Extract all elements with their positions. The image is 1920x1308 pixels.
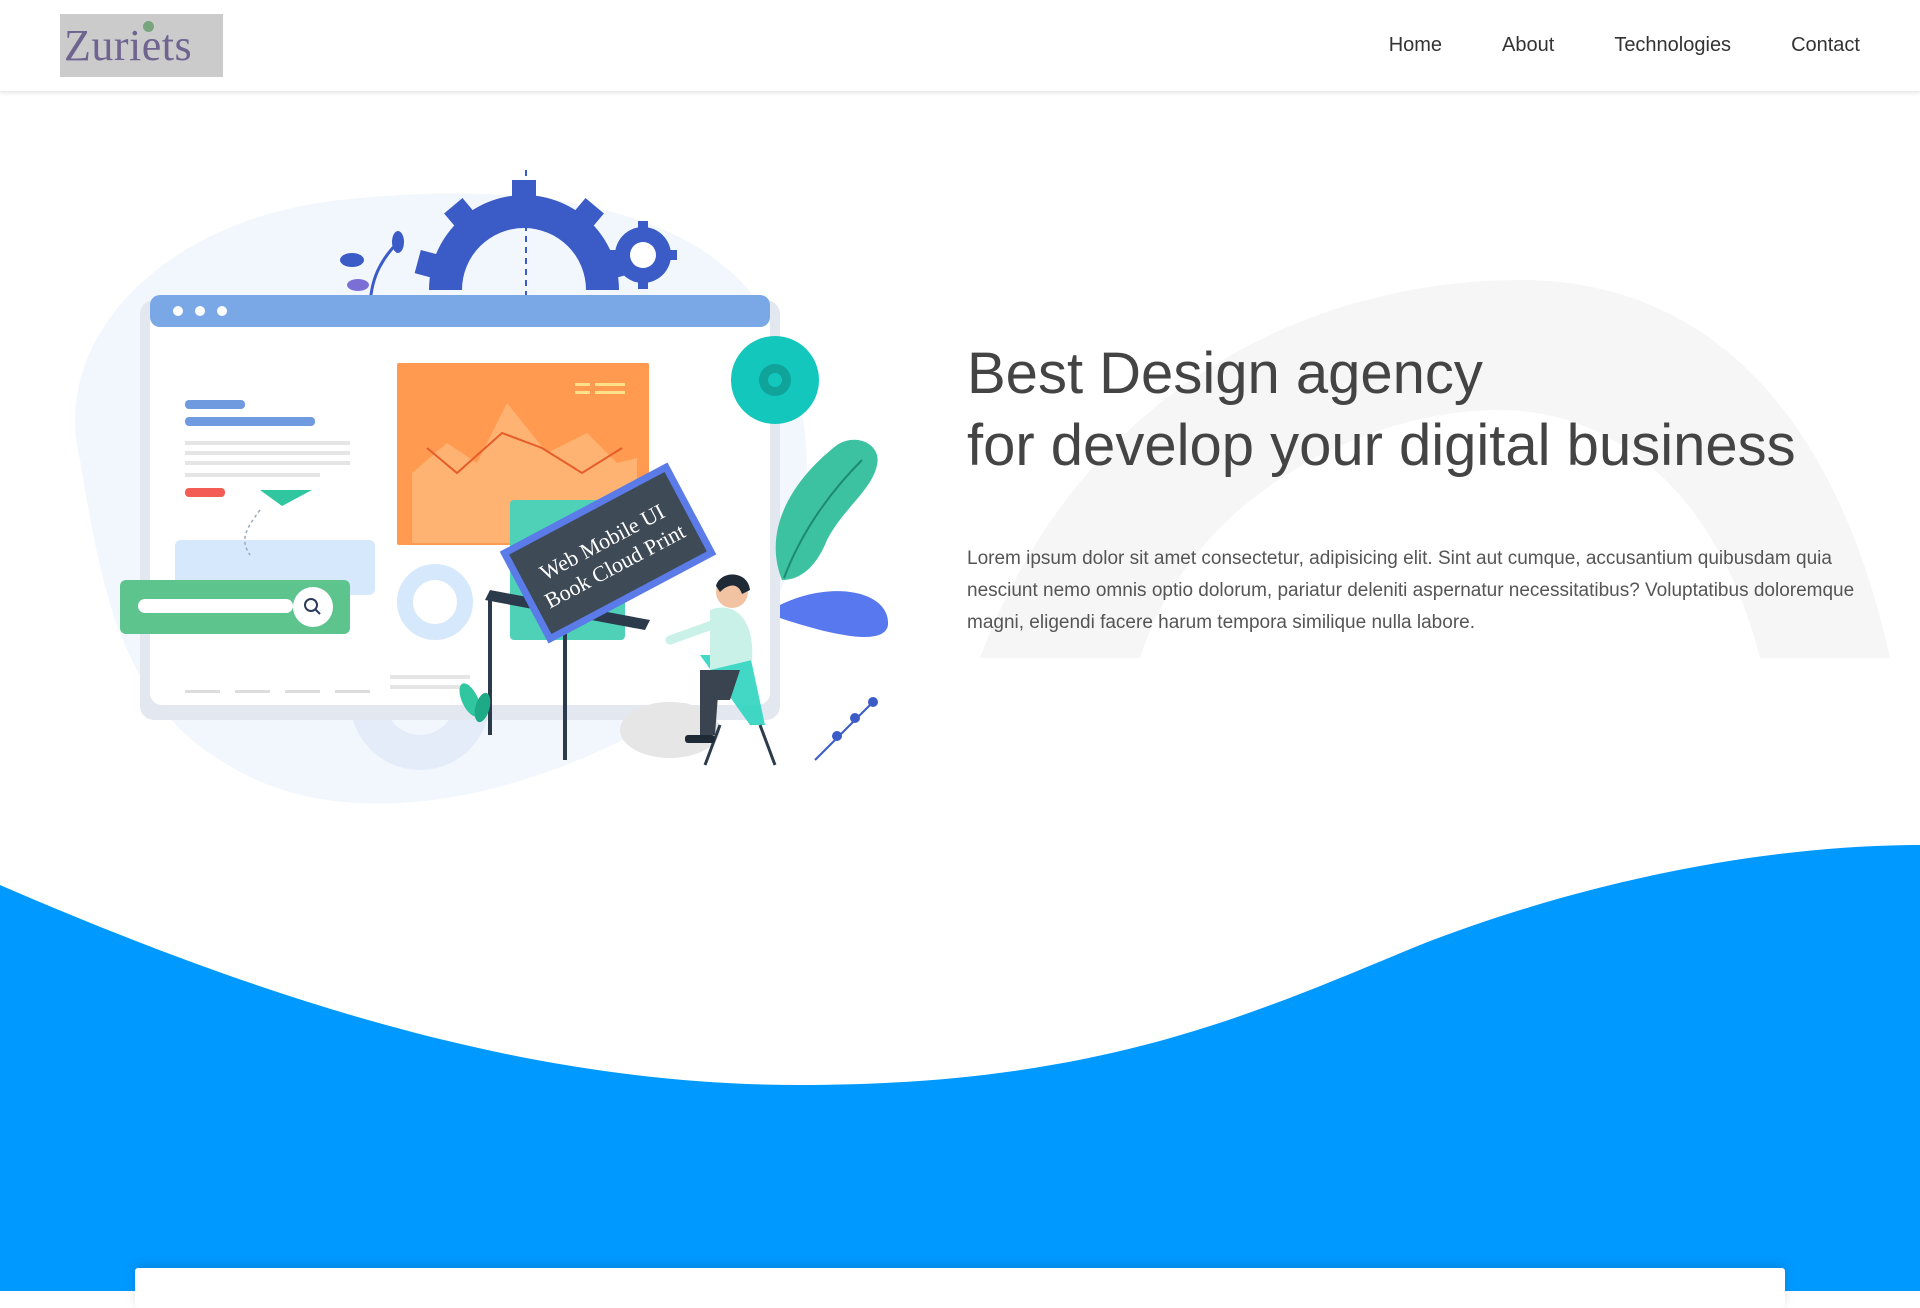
logo-text: Zuriets bbox=[64, 21, 193, 70]
nav-about[interactable]: About bbox=[1502, 34, 1554, 57]
blue-leaf-icon bbox=[780, 591, 889, 637]
hero-title: Best Design agency for develop your digi… bbox=[967, 338, 1907, 482]
nav-technologies[interactable]: Technologies bbox=[1614, 34, 1731, 57]
nav-contact[interactable]: Contact bbox=[1791, 34, 1860, 57]
hero-title-line2: for develop your digital business bbox=[967, 413, 1796, 478]
search-bar bbox=[120, 580, 350, 634]
hero-description: Lorem ipsum dolor sit amet consectetur, … bbox=[967, 548, 1855, 633]
hero-illustration: Web Mobile UI Book Cloud Print bbox=[75, 170, 889, 804]
brand-logo[interactable]: Zuriets bbox=[60, 14, 223, 77]
sprig-icon bbox=[814, 697, 878, 761]
nav-home[interactable]: Home bbox=[1389, 34, 1442, 57]
blue-wave-section bbox=[0, 845, 1920, 1291]
content-card bbox=[135, 1268, 1785, 1308]
main-nav: Home About Technologies Contact bbox=[1389, 0, 1860, 91]
top-navbar: Zuriets Home About Technologies Contact bbox=[0, 0, 1920, 91]
teal-gear-icon bbox=[731, 336, 819, 424]
hero-title-line1: Best Design agency bbox=[967, 341, 1483, 406]
logo-dot bbox=[143, 21, 154, 32]
